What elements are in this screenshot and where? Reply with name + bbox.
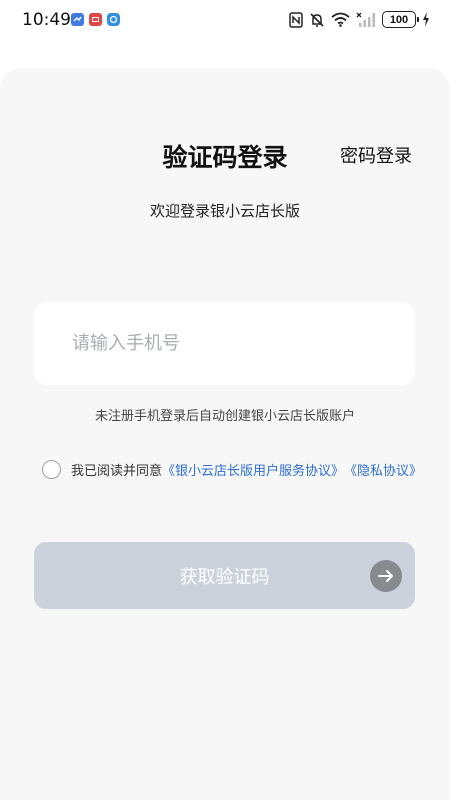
battery-icon: 100 [382,11,419,28]
page-title-text: 验证码登录 [162,143,288,172]
agreement-checkbox[interactable] [42,460,61,479]
arrow-right-icon [370,560,402,592]
password-login-link[interactable]: 密码登录 [340,142,412,168]
blue-app-icon [71,13,84,26]
get-code-button[interactable]: 获取验证码 [34,542,415,609]
welcome-text: 欢迎登录银小云店长版 [149,202,300,220]
system-status-icons: 100 [289,11,430,28]
mute-icon [310,12,324,27]
charging-icon [423,12,429,27]
notification-icons [71,13,120,26]
blue-sync-icon [107,13,120,26]
login-sheet: 验证码登录 密码登录 欢迎登录银小云店长版 未注册手机登录后自动创建银小云店长版… [0,68,450,800]
nfc-icon [289,11,303,28]
get-code-label: 获取验证码 [179,567,270,588]
red-app-icon [89,13,102,26]
phone-input[interactable] [72,302,392,385]
status-bar: 10:49 100 [0,0,450,44]
privacy-agreement-link[interactable]: 《隐私协议》 [344,460,422,479]
status-time: 10:49 [22,10,71,30]
register-hint: 未注册手机登录后自动创建银小云店长版账户 [94,409,355,424]
user-agreement-link[interactable]: 《银小云店长版用户服务协议》 [162,460,344,479]
phone-input-box [34,302,415,385]
wifi-icon [331,12,350,27]
signal-icon [356,12,375,27]
agreement-row: 我已阅读并同意 《银小云店长版用户服务协议》 《隐私协议》 [42,460,422,479]
agreement-prefix: 我已阅读并同意 [71,464,163,479]
